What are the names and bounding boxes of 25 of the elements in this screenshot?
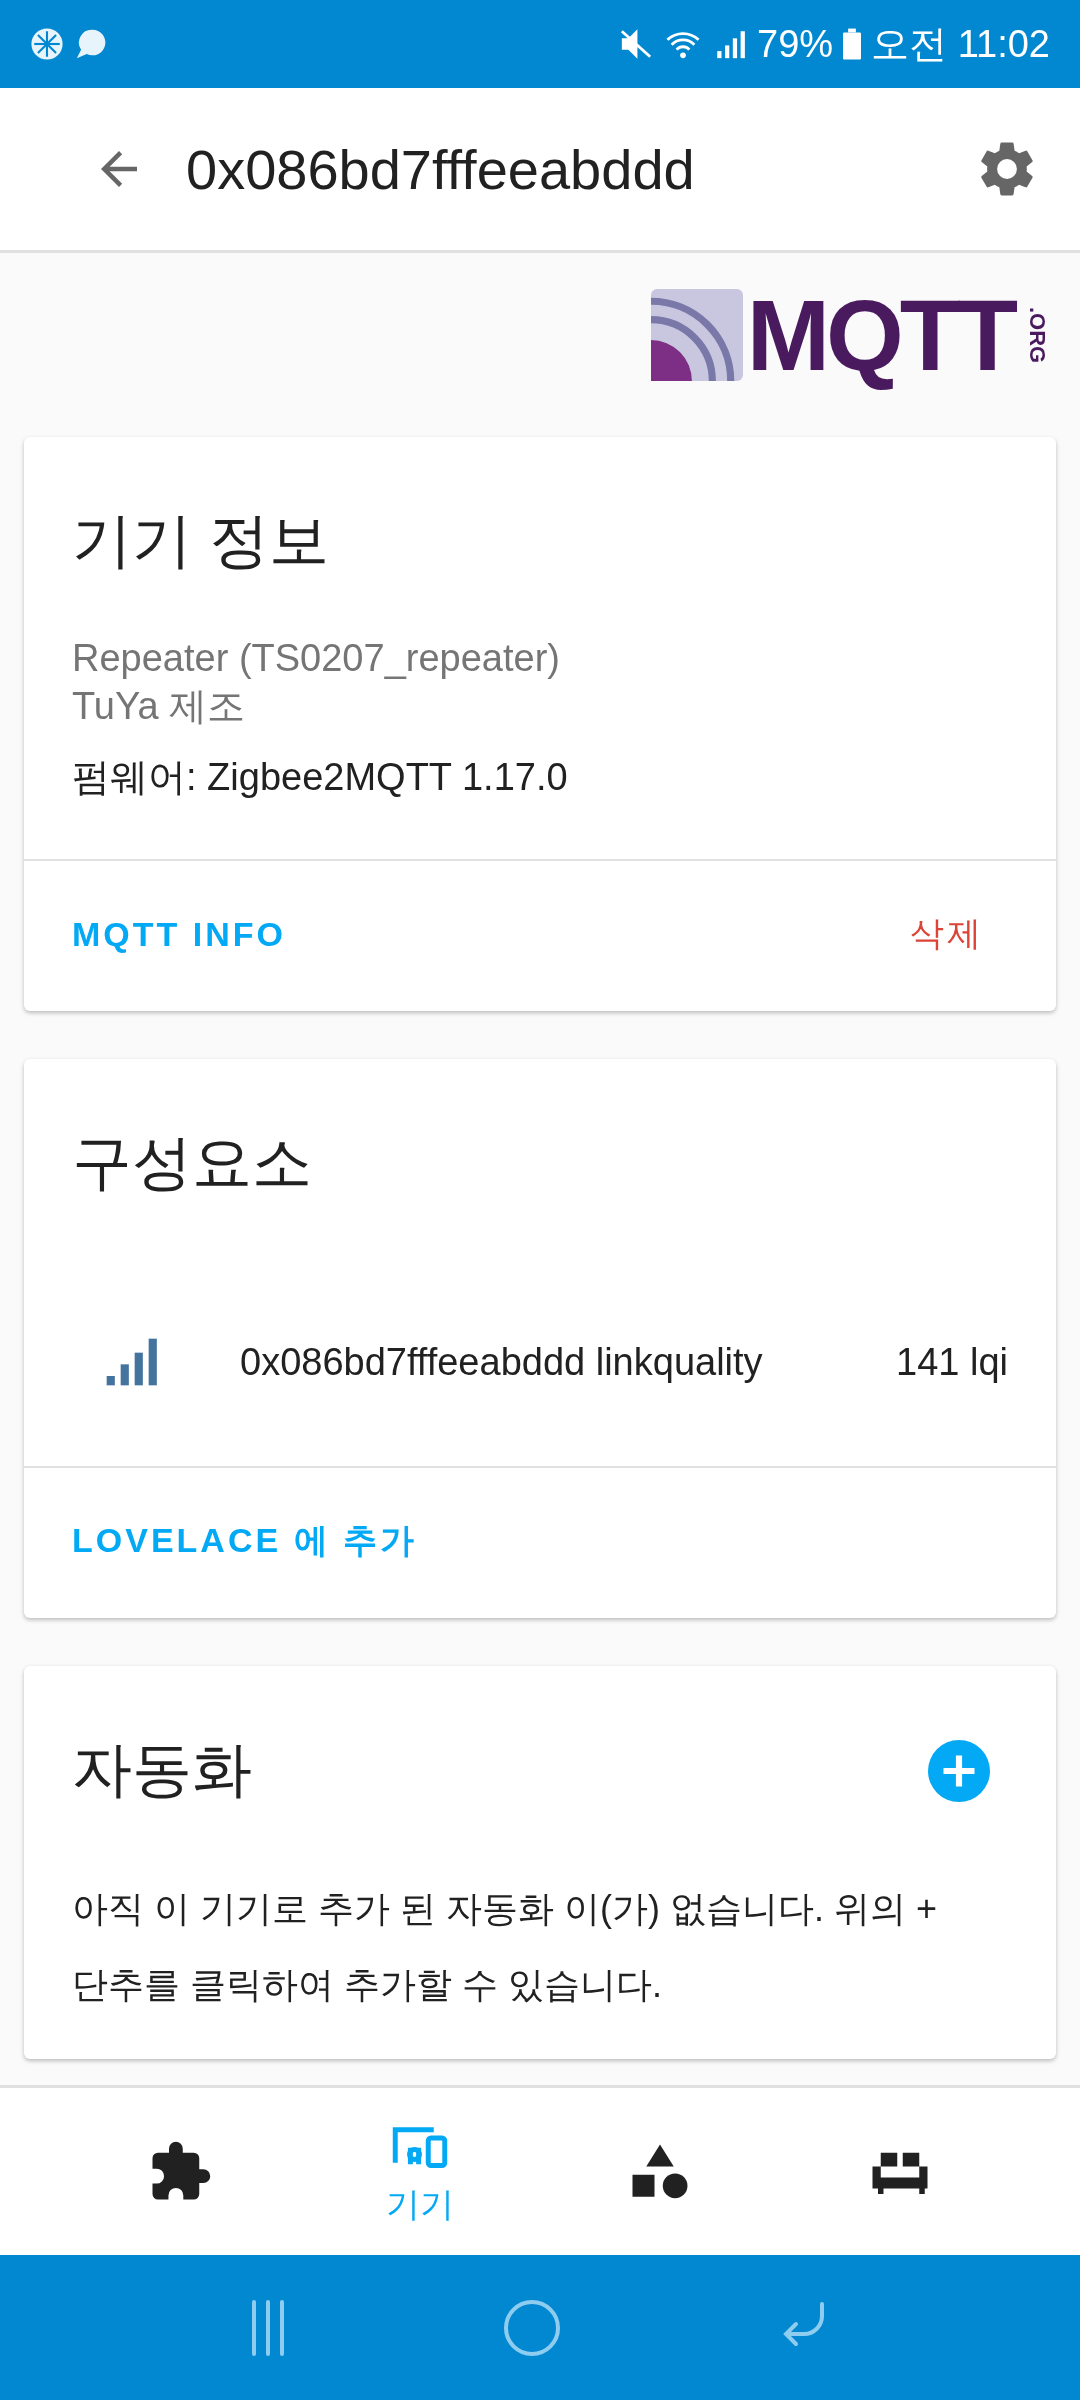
chat-bubble-icon [74, 27, 108, 61]
delete-button[interactable]: 삭제 [886, 899, 1008, 969]
logo-wordmark: MQTT [746, 278, 1016, 393]
add-icon[interactable] [928, 1739, 990, 1802]
battery-percent: 79% [757, 22, 834, 66]
card-title: 자동화 [72, 1735, 252, 1805]
mqtt-info-button[interactable]: MQTT INFO [48, 899, 310, 969]
nav-tab[interactable]: 기기 [350, 2115, 490, 2228]
entity-row[interactable]: 0x086bd7fffeeabddd linkquality 141 lqi [72, 1334, 1008, 1390]
firmware-text: 펌웨어: Zigbee2MQTT 1.17.0 [72, 755, 569, 800]
entity-state: 141 lqi [896, 1340, 1008, 1384]
card-title: 구성요소 [72, 1128, 313, 1198]
logo-suffix: .ORG [1024, 306, 1050, 364]
mute-icon [619, 27, 654, 61]
card-title: 기기 정보 [72, 506, 330, 576]
battery-icon [843, 28, 862, 60]
page-title: 0x086bd7fffeeabddd [186, 136, 696, 202]
add-to-lovelace-button[interactable]: LOVELACE 에 추가 [48, 1506, 442, 1576]
model-text: Repeater (TS0207_repeater) [72, 636, 561, 681]
entity-name: 0x086bd7fffeeabddd linkquality [240, 1340, 764, 1384]
manufacturer-text: TuYa 제조 [72, 684, 247, 729]
wave-icon [650, 289, 743, 381]
app-notification-icon [30, 27, 64, 61]
clock: 오전 11:02 [871, 21, 1050, 67]
empty-message: 아직 이 기기로 추가 된 자동화 이(가) 없습니다. 위의 + 단추를 클릭하여 추가할 수 있습니다. [72, 1887, 939, 2007]
